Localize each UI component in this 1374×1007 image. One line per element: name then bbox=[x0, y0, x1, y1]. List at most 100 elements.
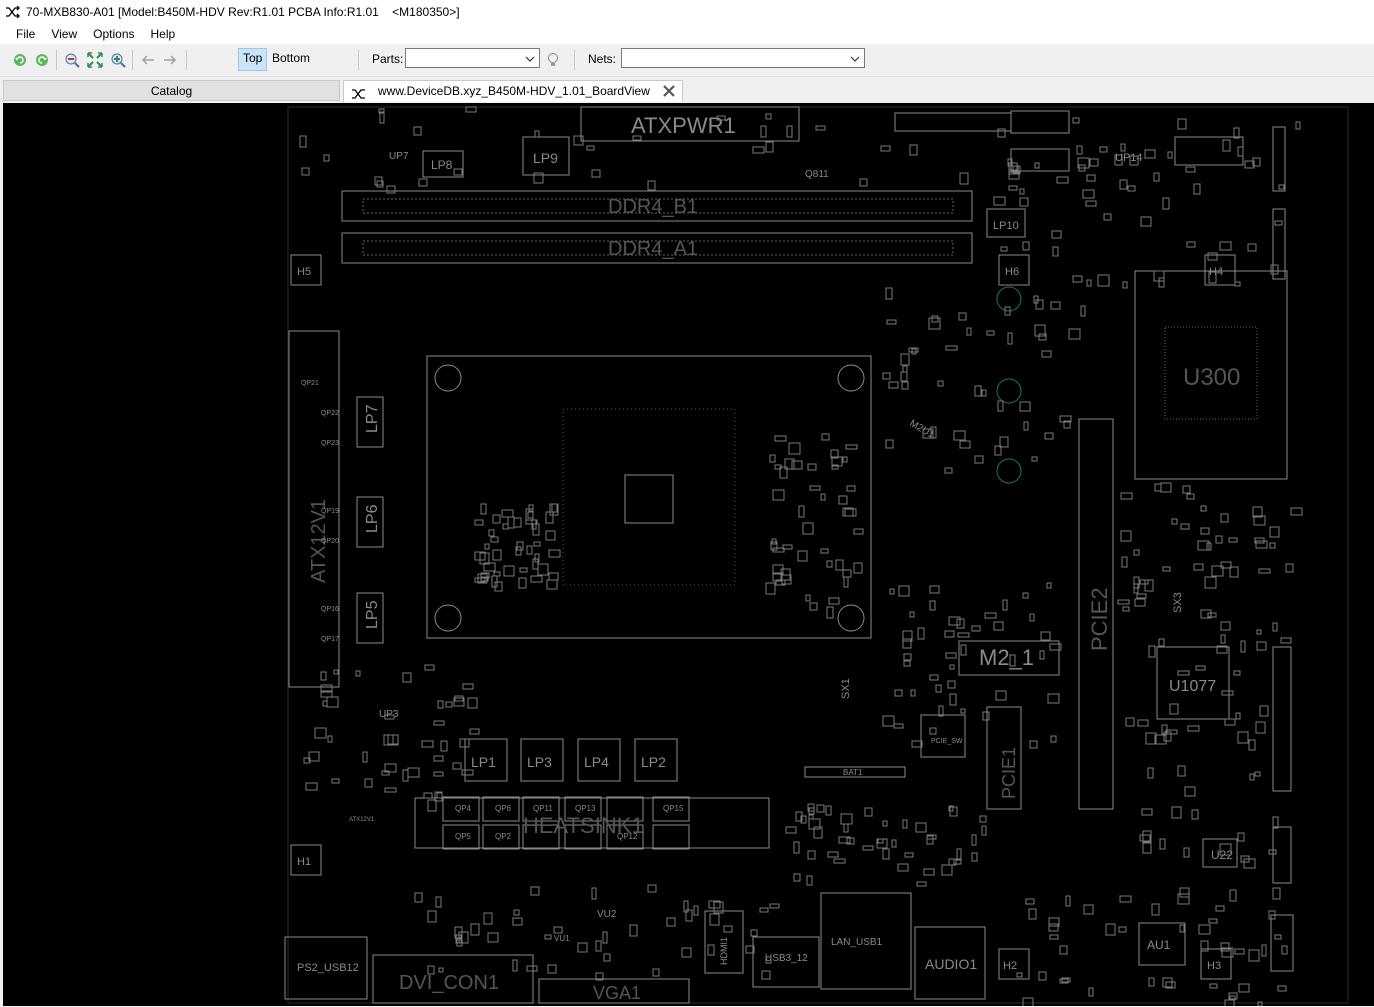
smd-component[interactable] bbox=[1039, 650, 1045, 660]
smd-component[interactable] bbox=[945, 652, 957, 659]
smd-component[interactable] bbox=[1049, 934, 1059, 940]
smd-component[interactable] bbox=[1160, 482, 1172, 493]
smd-component[interactable] bbox=[1068, 328, 1081, 340]
smd-component[interactable] bbox=[577, 942, 588, 953]
smd-component[interactable] bbox=[1120, 143, 1126, 152]
board-canvas[interactable]: ATXPWR1 DDR4_B1 DDR4_A1 LP9 LP8 UP7 UP14… bbox=[3, 103, 1374, 1006]
smd-component[interactable] bbox=[1048, 923, 1059, 932]
smd-component[interactable] bbox=[853, 528, 864, 535]
smd-component[interactable] bbox=[840, 813, 853, 825]
smd-component[interactable] bbox=[981, 825, 987, 836]
smd-component[interactable] bbox=[1220, 634, 1226, 644]
smd-component[interactable] bbox=[786, 125, 793, 138]
smd-component[interactable] bbox=[971, 852, 978, 862]
smd-component[interactable] bbox=[693, 905, 699, 916]
smd-component[interactable] bbox=[1200, 527, 1210, 535]
smd-component[interactable] bbox=[1167, 151, 1173, 159]
smd-component[interactable] bbox=[301, 167, 310, 176]
smd-component[interactable] bbox=[480, 503, 487, 515]
smd-component[interactable] bbox=[806, 875, 813, 886]
smd-component[interactable] bbox=[1259, 705, 1269, 717]
smd-component[interactable] bbox=[1179, 887, 1190, 898]
smd-component[interactable] bbox=[1237, 731, 1249, 744]
smd-component[interactable] bbox=[816, 804, 825, 813]
smd-component[interactable] bbox=[1059, 945, 1068, 955]
smd-component[interactable] bbox=[809, 602, 818, 611]
smd-component[interactable] bbox=[889, 588, 895, 595]
smd-component[interactable] bbox=[1051, 230, 1062, 239]
smd-component[interactable] bbox=[765, 113, 772, 120]
parts-combobox[interactable] bbox=[405, 48, 540, 68]
smd-component[interactable] bbox=[681, 947, 692, 958]
smd-component[interactable] bbox=[1007, 332, 1013, 345]
smd-component[interactable] bbox=[1134, 598, 1146, 607]
smd-component[interactable] bbox=[937, 380, 944, 387]
smd-component[interactable] bbox=[1002, 599, 1008, 611]
smd-component[interactable] bbox=[1184, 786, 1196, 797]
smd-component[interactable] bbox=[386, 185, 396, 194]
smd-component[interactable] bbox=[709, 913, 720, 926]
smd-component[interactable] bbox=[1119, 895, 1132, 903]
smd-component[interactable] bbox=[931, 315, 939, 323]
smd-component[interactable] bbox=[723, 925, 733, 933]
bottom-side-toggle[interactable]: Bottom bbox=[268, 48, 314, 69]
smd-component[interactable] bbox=[1220, 621, 1231, 631]
smd-component[interactable] bbox=[483, 912, 493, 925]
smd-component[interactable] bbox=[414, 892, 423, 903]
smd-component[interactable] bbox=[941, 864, 953, 876]
smd-component[interactable] bbox=[1186, 493, 1195, 500]
smd-component[interactable] bbox=[427, 799, 437, 812]
smd-component[interactable] bbox=[886, 319, 897, 325]
smd-component[interactable] bbox=[518, 577, 527, 589]
smd-component[interactable] bbox=[1120, 492, 1133, 500]
smd-component[interactable] bbox=[909, 144, 918, 156]
smd-component[interactable] bbox=[1050, 301, 1061, 310]
smd-component[interactable] bbox=[1187, 725, 1200, 732]
smd-component[interactable] bbox=[1041, 350, 1052, 358]
smd-component[interactable] bbox=[1089, 158, 1099, 167]
smd-component[interactable] bbox=[859, 178, 868, 187]
smd-component[interactable] bbox=[897, 863, 909, 872]
smd-component[interactable] bbox=[1025, 898, 1035, 905]
smd-component[interactable] bbox=[591, 169, 601, 178]
smd-component[interactable] bbox=[647, 884, 657, 893]
smd-component[interactable] bbox=[707, 944, 715, 956]
smd-component[interactable] bbox=[487, 932, 499, 943]
smd-component[interactable] bbox=[982, 711, 990, 721]
smd-component[interactable] bbox=[1193, 563, 1204, 571]
smd-component[interactable] bbox=[513, 517, 522, 528]
smd-component[interactable] bbox=[548, 572, 559, 581]
smd-component[interactable] bbox=[1234, 948, 1245, 955]
smd-component[interactable] bbox=[788, 442, 801, 455]
smd-component[interactable] bbox=[1254, 771, 1261, 777]
smd-component[interactable] bbox=[1022, 241, 1030, 251]
smd-component[interactable] bbox=[516, 541, 524, 551]
smd-component[interactable] bbox=[379, 111, 385, 124]
smd-component[interactable] bbox=[798, 505, 805, 518]
smd-component[interactable] bbox=[888, 381, 899, 389]
smd-component[interactable] bbox=[1171, 518, 1178, 525]
smd-component[interactable] bbox=[1056, 176, 1069, 184]
smd-component[interactable] bbox=[1238, 983, 1250, 993]
smd-component[interactable] bbox=[323, 154, 330, 162]
smd-component[interactable] bbox=[997, 400, 1004, 412]
smd-component[interactable] bbox=[1177, 765, 1186, 777]
smd-component[interactable] bbox=[546, 579, 558, 590]
smd-component[interactable] bbox=[433, 771, 444, 777]
smd-component[interactable] bbox=[815, 125, 826, 131]
smd-component[interactable] bbox=[519, 567, 528, 573]
smd-component[interactable] bbox=[974, 455, 984, 464]
smd-component[interactable] bbox=[433, 755, 444, 762]
smd-component[interactable] bbox=[423, 792, 433, 799]
smd-component[interactable] bbox=[997, 128, 1006, 138]
smd-component[interactable] bbox=[882, 372, 891, 380]
smd-component[interactable] bbox=[666, 917, 676, 927]
smd-component[interactable] bbox=[760, 125, 767, 138]
smd-component[interactable] bbox=[427, 910, 437, 923]
smd-component[interactable] bbox=[402, 769, 409, 782]
smd-component[interactable] bbox=[1270, 264, 1279, 275]
smd-component[interactable] bbox=[761, 970, 771, 980]
smd-component[interactable] bbox=[501, 509, 514, 518]
smd-component[interactable] bbox=[1072, 117, 1080, 124]
smd-component[interactable] bbox=[845, 444, 858, 450]
